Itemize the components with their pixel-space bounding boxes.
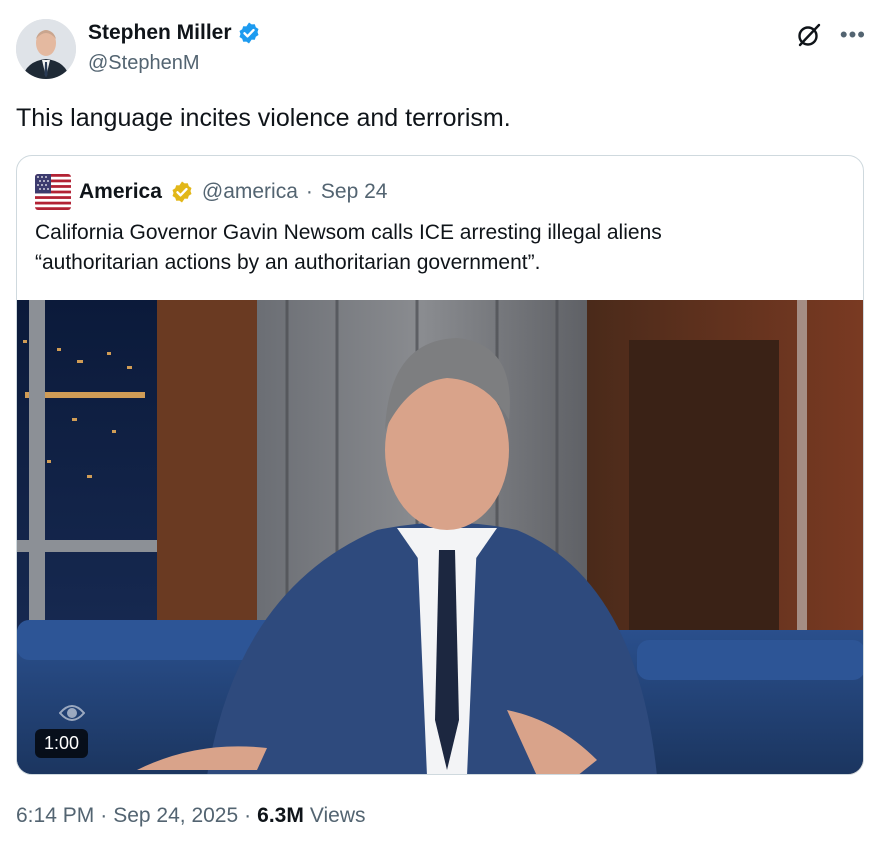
footer-separator-1: · [100, 804, 108, 827]
gold-verified-badge-icon [172, 181, 192, 203]
quoted-tweet-text: California Governor Gavin Newsom calls I… [35, 218, 835, 278]
verified-badge-icon [239, 22, 259, 44]
author-handle[interactable]: @StephenM [88, 52, 199, 75]
post-time[interactable]: 6:14 PM [16, 804, 94, 828]
quoted-tweet[interactable]: America @america · Sep 24 California Gov… [16, 155, 864, 775]
us-flag-avatar[interactable] [35, 174, 71, 210]
quoted-tweet-header: America @america · Sep 24 [35, 174, 387, 210]
cbs-eye-logo-icon [59, 705, 85, 721]
grok-icon[interactable] [796, 22, 822, 48]
video-duration: 1:00 [35, 729, 89, 758]
more-icon[interactable]: ••• [840, 24, 866, 46]
quoted-tweet-date[interactable]: Sep 24 [321, 180, 388, 204]
post-date[interactable]: Sep 24, 2025 [113, 804, 238, 828]
author-name[interactable]: Stephen Miller [88, 21, 261, 45]
footer-separator-2: · [244, 804, 252, 827]
meta-separator: · [305, 180, 313, 203]
quoted-text-line-2: “authoritarian actions by an authoritari… [35, 251, 541, 274]
quoted-text-line-1: California Governor Gavin Newsom calls I… [35, 221, 662, 244]
author-name-text[interactable]: Stephen Miller [88, 21, 232, 45]
tweet-footer: 6:14 PM · Sep 24, 2025 · 6.3M Views [16, 804, 366, 828]
tweet-actions-top: ••• [796, 22, 866, 48]
video-player[interactable]: 1:00 [17, 300, 863, 774]
quoted-author-name[interactable]: America [79, 180, 162, 204]
video-frame [17, 300, 863, 774]
author-avatar[interactable] [16, 19, 76, 79]
quoted-author-handle[interactable]: @america [202, 180, 298, 204]
tweet-text: This language incites violence and terro… [16, 104, 511, 132]
views-label: Views [309, 804, 366, 827]
views-count: 6.3M [257, 804, 304, 827]
